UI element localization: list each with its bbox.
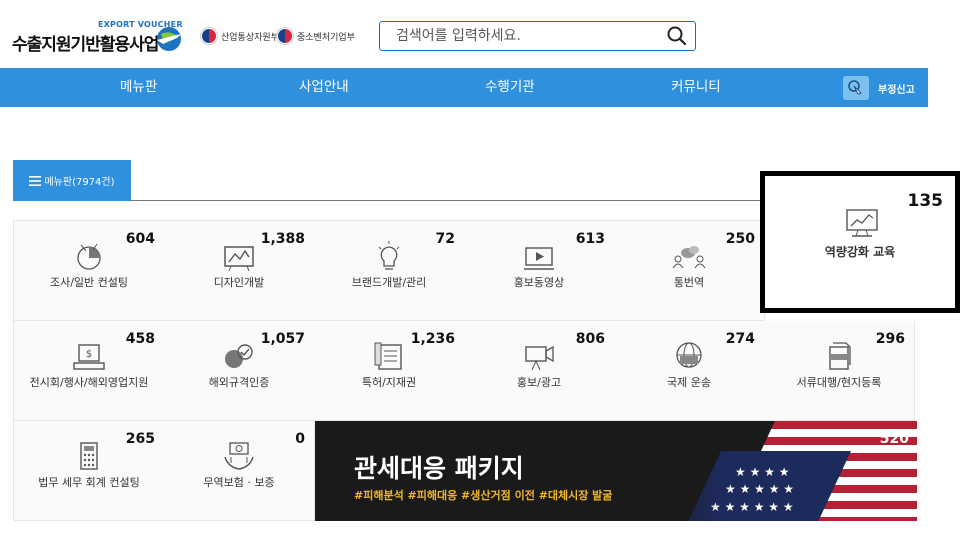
service-label: 전시회/행사/해외영업지원 [29,376,149,389]
service-label: 홍보/광고 [516,376,562,389]
report-button[interactable]: 부정신고 [843,75,915,101]
hamburger-icon [29,175,42,186]
camera-icon [525,345,554,371]
service-count: 1,057 [260,331,305,347]
tab-label: 메뉴판(7974건) [44,177,115,188]
calculator-icon [80,442,98,470]
service-count: 458 [125,331,155,347]
service-label: 통번역 [673,276,705,289]
service-label: 디자인개발 [213,276,265,289]
banner-count: 520 [879,431,909,447]
shipping-globe-icon [676,342,702,368]
service-label: 국제 운송 [667,376,711,389]
service-label: 특허/지재권 [361,376,417,389]
svg-text:$: $ [86,349,92,360]
service-label: 해외규격인증 [208,376,270,389]
ministry-label: 중소벤처기업부 [297,32,355,43]
nav-item-agencies[interactable]: 수행기관 [485,68,535,107]
service-count: 265 [125,431,155,447]
tab-menu-board[interactable]: 메뉴판(7974건) [13,160,131,201]
featured-service-card[interactable]: 135 역량강화 교육 [760,171,960,313]
service-count: 613 [575,231,605,247]
service-card[interactable]: 0 무역보험 · 보증 [164,421,315,521]
service-card[interactable]: 613 홍보동영상 [464,221,615,321]
divider [131,200,761,201]
tariff-package-banner[interactable]: ★ ★ ★ ★ ★ ★ ★ ★ ★ ★ ★ ★ ★ ★ ★ 관세대응 패키지 #… [315,421,917,521]
design-board-icon [224,246,254,272]
banner-title: 관세대응 패키지 [354,454,524,483]
logo-title: 수출지원기반활용사업 [12,35,159,55]
service-count: 135 [907,191,944,211]
service-label: 무역보험 · 보증 [203,476,275,489]
ministry-mss[interactable]: 중소벤처기업부 [277,27,355,45]
korea-emblem-icon [201,28,217,44]
search-input[interactable] [396,26,656,46]
service-count: 296 [875,331,905,347]
banner-hashtags: #피해분석 #피해대응 #생산거점 이전 #대체시장 발굴 [354,489,613,502]
service-card[interactable]: 274 국제 운송 [614,321,765,421]
insurance-hands-icon [224,442,254,470]
lightbulb-icon [378,241,400,270]
search-icon[interactable] [665,24,689,48]
service-count: 72 [435,231,455,247]
tab-underline [13,200,131,201]
ministry-motie[interactable]: 산업통상자원부 [201,27,279,45]
documents-icon [829,342,851,370]
service-card[interactable]: 458 $ 전시회/행사/해외영업지원 [14,321,165,421]
report-hand-icon [843,76,869,100]
service-count: 250 [725,231,755,247]
service-card[interactable]: 1,236 특허/지재권 [314,321,465,421]
logo-globe-icon [157,27,181,51]
ministry-label: 산업통상자원부 [221,32,279,43]
nav-item-community[interactable]: 커뮤니티 [671,68,721,107]
nav-item-business[interactable]: 사업안내 [299,68,349,107]
patent-document-icon [374,342,402,370]
service-count: 806 [575,331,605,347]
nav-item-menu[interactable]: 메뉴판 [120,68,157,107]
korea-emblem-icon [277,28,293,44]
service-card[interactable]: 72 브랜드개발/관리 [314,221,465,321]
translation-people-icon [672,246,706,269]
service-card[interactable]: 806 홍보/광고 [464,321,615,421]
service-count: 0 [295,431,305,447]
service-label: 홍보동영상 [513,276,565,289]
certification-icon [225,344,253,368]
service-label: 서류대행/현지등록 [796,376,882,389]
site-logo[interactable]: EXPORT VOUCHER 수출지원기반활용사업 [12,20,187,55]
service-count: 274 [725,331,755,347]
pie-chart-icon [77,243,101,270]
video-play-icon [524,247,554,270]
service-count: 1,388 [260,231,305,247]
monitor-chart-icon [846,209,878,237]
service-card[interactable]: 1,388 디자인개발 [164,221,315,321]
service-label: 역량강화 교육 [824,245,896,259]
service-card[interactable]: 1,057 해외규격인증 [164,321,315,421]
service-card[interactable]: 296 서류대행/현지등록 [764,321,915,421]
service-label: 브랜드개발/관리 [351,276,427,289]
us-flag-image: ★ ★ ★ ★ ★ ★ ★ ★ ★ ★ ★ ★ ★ ★ ★ [615,421,917,521]
service-card[interactable]: 604 조사/일반 컨설팅 [14,221,165,321]
service-count: 1,236 [410,331,455,347]
search-box [379,21,696,51]
service-label: 조사/일반 컨설팅 [49,276,129,289]
report-label: 부정신고 [878,84,915,96]
service-count: 604 [125,231,155,247]
main-nav: 메뉴판 사업안내 수행기관 커뮤니티 부정신고 [0,68,928,107]
service-label: 법무 세무 회계 컨설팅 [38,476,140,489]
exhibition-icon: $ [73,344,105,370]
service-card[interactable]: 250 통번역 [614,221,765,321]
service-card[interactable]: 265 법무 세무 회계 컨설팅 [14,421,165,521]
